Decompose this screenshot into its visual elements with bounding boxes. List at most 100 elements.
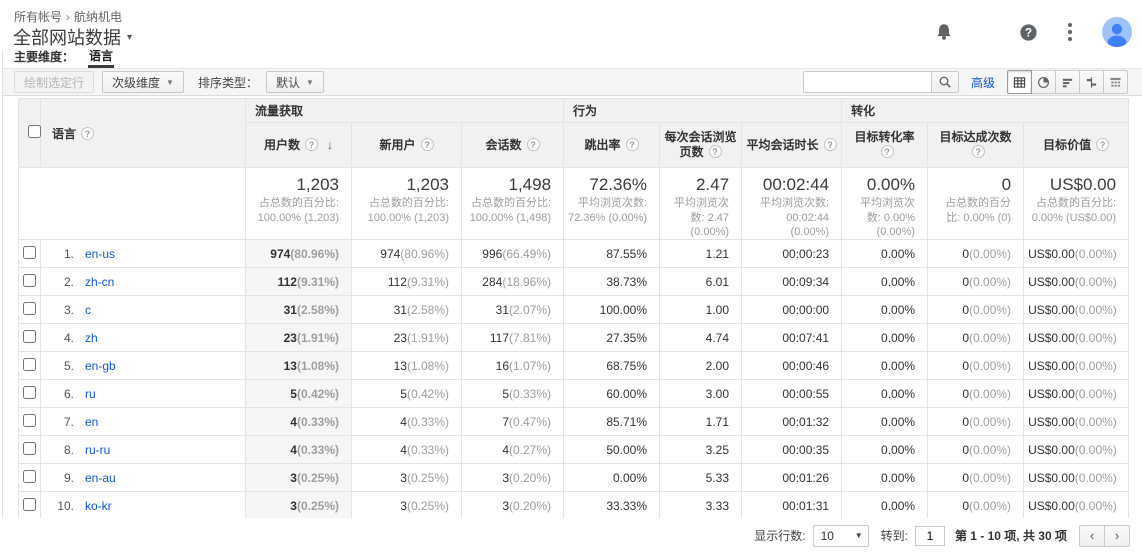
user-avatar[interactable] xyxy=(1102,17,1132,47)
pagination-range: 第 1 - 10 项, 共 30 项 xyxy=(954,529,1067,543)
apps-grid-icon[interactable] xyxy=(976,22,996,42)
avg-session-duration-cell: 00:09:34 xyxy=(741,267,843,297)
column-header-users[interactable]: 用户数? ↓ xyxy=(245,122,352,168)
rows-per-page-select[interactable]: 10 ▼ xyxy=(812,524,869,547)
summary-goal-completions: 0 占总数的百分比: 0.00% (0) xyxy=(927,166,1025,241)
language-link[interactable]: ko-kr xyxy=(85,499,112,513)
select-all-checkbox[interactable] xyxy=(28,125,41,138)
summary-new-users: 1,203 占总数的百分比: 100.00% (1,203) xyxy=(351,166,462,241)
sort-type-select[interactable]: 默认 ▼ xyxy=(265,71,324,93)
row-checkbox[interactable] xyxy=(23,441,36,455)
plot-rows-button[interactable]: 绘制选定行 xyxy=(14,71,95,93)
advanced-search-link[interactable]: 高级 xyxy=(971,74,995,91)
goal-value-cell: US$0.00(0.00%) xyxy=(1023,351,1130,381)
goal-value-cell: US$0.00(0.00%) xyxy=(1023,379,1130,409)
goal-completions-cell: 0(0.00%) xyxy=(927,379,1025,409)
language-link[interactable]: zh-cn xyxy=(85,275,114,289)
new-users-cell: 3(0.25%) xyxy=(351,491,462,521)
sessions-cell: 31(2.07%) xyxy=(460,295,565,325)
column-header-goal-value[interactable]: 目标价值? xyxy=(1023,122,1130,168)
goto-page-input[interactable] xyxy=(914,525,945,546)
bounce-rate-cell: 38.73% xyxy=(563,267,661,297)
goal-completions-cell: 0(0.00%) xyxy=(927,351,1025,381)
goal-completions-cell: 0(0.00%) xyxy=(927,435,1025,465)
help-icon[interactable]: ? xyxy=(1096,137,1110,151)
search-input[interactable] xyxy=(802,71,931,93)
users-cell: 31(2.58%) xyxy=(245,295,352,325)
language-link[interactable]: en-au xyxy=(85,471,116,485)
view-pivot-button[interactable] xyxy=(1103,70,1128,94)
language-link[interactable]: en-us xyxy=(85,247,115,261)
row-checkbox[interactable] xyxy=(23,273,36,287)
goal-conversion-rate-cell: 0.00% xyxy=(841,239,929,269)
column-header-new-users[interactable]: 新用户? xyxy=(351,122,462,168)
row-index: 6. xyxy=(63,386,74,401)
goal-conversion-rate-cell: 0.00% xyxy=(841,351,929,381)
select-all-cell xyxy=(18,98,41,168)
row-checkbox[interactable] xyxy=(23,245,36,259)
users-cell: 3(0.25%) xyxy=(245,463,352,493)
language-link[interactable]: c xyxy=(85,303,91,317)
summary-pages-per-session: 2.47 平均浏览次数: 2.47 (0.00%) xyxy=(659,166,743,241)
view-table-button[interactable] xyxy=(1007,70,1032,94)
help-icon[interactable]: ? xyxy=(305,137,318,151)
search-button[interactable] xyxy=(930,71,959,93)
summary-row: 1,203 占总数的百分比: 100.00% (1,203) 1,203 占总数的百… xyxy=(18,166,1130,241)
row-checkbox[interactable] xyxy=(23,357,36,371)
row-checkbox[interactable] xyxy=(23,329,36,343)
breadcrumb-account[interactable]: 所有帐号 xyxy=(14,10,62,24)
help-icon[interactable]: ? xyxy=(526,137,540,151)
group-header-conversions: 转化 xyxy=(841,98,1130,123)
breadcrumb-property[interactable]: 航纳机电 xyxy=(74,10,122,24)
column-header-language[interactable]: 语言? xyxy=(40,98,246,168)
column-header-bounce-rate[interactable]: 跳出率? xyxy=(563,122,661,168)
language-link[interactable]: en-gb xyxy=(85,359,116,373)
avg-session-duration-cell: 00:00:00 xyxy=(741,295,843,325)
column-header-sessions[interactable]: 会话数? xyxy=(460,122,565,168)
row-checkbox[interactable] xyxy=(23,413,36,427)
prev-page-button[interactable]: ‹ xyxy=(1079,524,1105,547)
column-header-goal-completions[interactable]: 目标达成次数? xyxy=(927,122,1025,168)
view-selector[interactable]: 全部网站数据 ▾ xyxy=(13,24,132,50)
language-link[interactable]: zh xyxy=(85,331,98,345)
help-circle-icon[interactable]: ? xyxy=(1018,22,1038,42)
help-icon[interactable]: ? xyxy=(625,137,639,151)
column-header-avg-session-duration[interactable]: 平均会话时长? xyxy=(741,122,843,168)
column-header-goal-conversion-rate[interactable]: 目标转化率? xyxy=(841,122,929,168)
view-percentage-button[interactable] xyxy=(1031,70,1056,94)
language-cell: 9. en-au xyxy=(40,463,246,493)
pages-per-session-cell: 1.71 xyxy=(659,407,743,437)
help-icon[interactable]: ? xyxy=(971,145,985,158)
more-options-icon[interactable] xyxy=(1060,22,1080,42)
primary-dimension-label: 主要维度： xyxy=(14,50,75,64)
view-comparison-button[interactable] xyxy=(1079,70,1104,94)
help-icon[interactable]: ? xyxy=(420,137,434,151)
help-icon[interactable]: ? xyxy=(880,145,894,158)
goal-conversion-rate-cell: 0.00% xyxy=(841,295,929,325)
next-page-button[interactable]: › xyxy=(1104,524,1130,547)
column-header-pages-per-session[interactable]: 每次会话浏览页数? xyxy=(659,122,743,168)
notifications-bell-icon[interactable] xyxy=(934,22,954,42)
language-link[interactable]: ru xyxy=(85,387,96,401)
breadcrumb: 所有帐号 › 航纳机电 xyxy=(14,8,122,25)
row-checkbox[interactable] xyxy=(23,497,36,511)
goal-conversion-rate-cell: 0.00% xyxy=(841,463,929,493)
sessions-cell: 7(0.47%) xyxy=(460,407,565,437)
help-icon[interactable]: ? xyxy=(81,126,95,140)
goto-label: 转到: xyxy=(880,529,908,543)
help-icon[interactable]: ? xyxy=(823,137,837,151)
sessions-cell: 5(0.33%) xyxy=(460,379,565,409)
sort-descending-icon: ↓ xyxy=(327,137,333,152)
language-link[interactable]: ru-ru xyxy=(85,443,110,457)
row-checkbox[interactable] xyxy=(23,385,36,399)
bounce-rate-cell: 27.35% xyxy=(563,323,661,353)
view-performance-button[interactable] xyxy=(1055,70,1080,94)
language-link[interactable]: en xyxy=(85,415,98,429)
help-icon[interactable]: ? xyxy=(708,145,722,158)
users-cell: 974(80.96%) xyxy=(245,239,352,269)
row-checkbox[interactable] xyxy=(23,301,36,315)
row-checkbox[interactable] xyxy=(23,469,36,483)
dimension-tab-language[interactable]: 语言 xyxy=(88,47,115,68)
goal-completions-cell: 0(0.00%) xyxy=(927,491,1025,521)
secondary-dimension-button[interactable]: 次级维度 ▼ xyxy=(102,71,184,93)
